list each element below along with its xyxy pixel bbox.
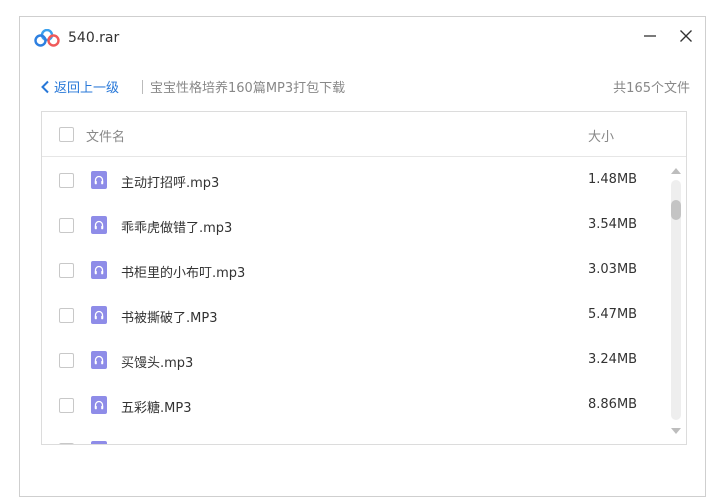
chevron-left-icon	[41, 80, 49, 93]
minimize-button[interactable]	[635, 21, 665, 51]
audio-file-icon	[91, 396, 107, 414]
audio-file-icon	[91, 441, 107, 444]
audio-file-icon	[91, 171, 107, 189]
file-size: 3.24MB	[588, 352, 638, 367]
file-name: 书被撕破了.MP3	[121, 311, 218, 326]
close-button[interactable]	[671, 21, 701, 51]
file-size: 3.03MB	[588, 262, 638, 277]
file-size: 1.48MB	[588, 172, 638, 187]
window-title: 540.rar	[68, 30, 120, 46]
table-row[interactable]	[42, 428, 664, 444]
file-name: 五彩糖.MP3	[121, 401, 192, 416]
scroll-down-arrow-icon[interactable]	[670, 426, 682, 436]
title-bar[interactable]: 540.rar	[20, 17, 705, 61]
select-all-checkbox[interactable]	[59, 127, 74, 142]
table-row[interactable]: 乖乖虎做错了.mp3 3.54MB	[42, 203, 664, 248]
file-name: 主动打招呼.mp3	[121, 176, 220, 191]
row-checkbox[interactable]	[59, 353, 74, 368]
audio-file-icon	[91, 261, 107, 279]
file-count: 共165个文件	[613, 81, 690, 96]
audio-file-icon	[91, 216, 107, 234]
file-size: 5.47MB	[588, 307, 638, 322]
breadcrumb: 返回上一级 宝宝性格培养160篇MP3打包下载 共165个文件	[40, 77, 690, 99]
breadcrumb-path: 宝宝性格培养160篇MP3打包下载	[150, 81, 346, 96]
scroll-up-arrow-icon[interactable]	[670, 166, 682, 176]
table-row[interactable]: 书柜里的小布叮.mp3 3.03MB	[42, 248, 664, 293]
row-checkbox[interactable]	[59, 218, 74, 233]
file-rows: 主动打招呼.mp3 1.48MB 乖乖虎做错了.mp3 3.54MB 书柜里的小…	[42, 158, 664, 444]
archive-preview-window: 540.rar 返回上一级 宝宝性格培养160篇MP3打包下载 共165个文件 …	[19, 16, 706, 497]
file-name: 乖乖虎做错了.mp3	[121, 221, 233, 236]
breadcrumb-divider	[142, 80, 143, 94]
file-name: 买馒头.mp3	[121, 356, 194, 371]
table-row[interactable]: 买馒头.mp3 3.24MB	[42, 338, 664, 383]
scroll-thumb[interactable]	[671, 200, 681, 220]
row-checkbox[interactable]	[59, 398, 74, 413]
file-name: 书柜里的小布叮.mp3	[121, 266, 246, 281]
file-size: 8.86MB	[588, 397, 638, 412]
vertical-scrollbar[interactable]	[666, 158, 686, 444]
table-row[interactable]: 五彩糖.MP3 8.86MB	[42, 383, 664, 428]
header-size: 大小	[588, 130, 615, 145]
row-checkbox[interactable]	[59, 263, 74, 278]
header-name: 文件名	[86, 130, 126, 145]
back-label: 返回上一级	[54, 81, 120, 96]
file-size: 3.54MB	[588, 217, 638, 232]
minimize-icon	[644, 35, 656, 37]
close-icon	[680, 30, 692, 42]
row-checkbox[interactable]	[59, 443, 74, 444]
list-header: 文件名 大小	[42, 112, 686, 157]
table-row[interactable]: 书被撕破了.MP3 5.47MB	[42, 293, 664, 338]
back-link[interactable]: 返回上一级	[40, 77, 119, 96]
table-row[interactable]: 主动打招呼.mp3 1.48MB	[42, 158, 664, 203]
row-checkbox[interactable]	[59, 173, 74, 188]
audio-file-icon	[91, 306, 107, 324]
file-list-panel: 文件名 大小 主动打招呼.mp3 1.48MB 乖乖虎做错了.mp3 3.54M…	[41, 111, 687, 445]
baidu-netdisk-cloud-icon	[34, 29, 60, 47]
audio-file-icon	[91, 351, 107, 369]
row-checkbox[interactable]	[59, 308, 74, 323]
